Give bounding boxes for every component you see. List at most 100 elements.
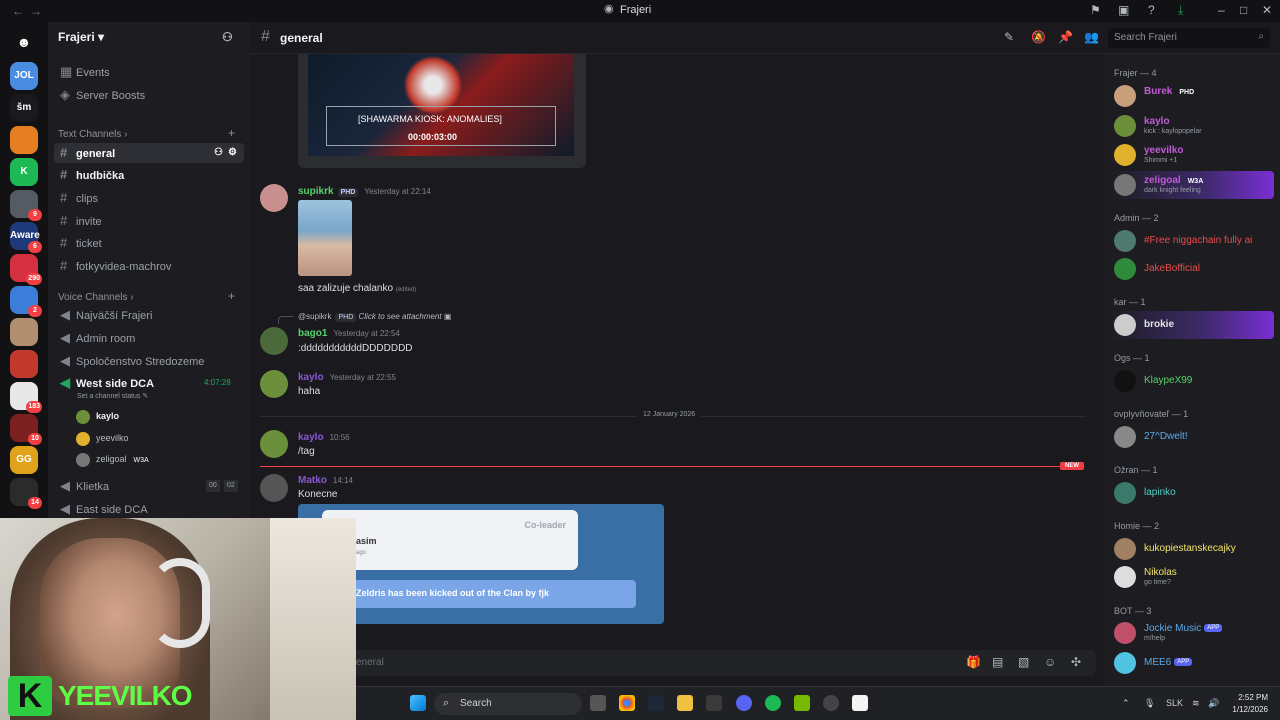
image-attachment[interactable] <box>298 200 352 276</box>
server-icon[interactable]: GG <box>10 446 38 474</box>
volume-icon[interactable]: 🔊 <box>1208 698 1219 709</box>
gift-icon[interactable]: 🎁 <box>966 655 981 669</box>
close-icon[interactable]: ✕ <box>1262 3 1272 17</box>
member-burek[interactable]: Burek PHD <box>1110 82 1274 110</box>
spotify-icon[interactable] <box>765 695 781 711</box>
threads-icon[interactable]: ✎ <box>1004 30 1014 44</box>
voice-channel-spolocenstvo[interactable]: ◀ Spoločenstvo Stredozeme <box>54 351 244 371</box>
video-embed[interactable]: [SHAWARMA KIOSK: ANOMALIES] 00:00:03:00 <box>298 54 586 168</box>
wifi-icon[interactable]: ≋ <box>1192 698 1200 709</box>
server-icon[interactable]: 9 <box>10 190 42 221</box>
sticker-icon[interactable]: ▧ <box>1018 655 1029 669</box>
voice-user-kaylo[interactable]: kaylo <box>76 408 119 424</box>
server-icon[interactable]: Aware 6 <box>10 222 42 253</box>
discord-icon[interactable] <box>736 695 752 711</box>
member-kaylo[interactable]: kaylo kick : kaylopopelar <box>1110 112 1274 140</box>
task-view-icon[interactable] <box>590 695 606 711</box>
voice-channels-category[interactable]: Voice Channels › <box>58 292 134 303</box>
channel-fotkyvidea[interactable]: # fotkyvidea-machrov <box>54 256 244 276</box>
inbox-icon[interactable]: ⚑ <box>1090 3 1101 17</box>
voice-channel-west-side[interactable]: ◀ West side DCA 4:07:28 <box>54 373 244 393</box>
server-boosts-item[interactable]: ◈ Server Boosts <box>54 85 244 105</box>
member-klaypex[interactable]: KlaypeX99 <box>1110 367 1274 395</box>
search-input[interactable]: Search Frajeri ⌕ <box>1108 28 1270 48</box>
reply-preview[interactable]: @supikrk PHD Click to see attachment ▣ <box>298 312 451 322</box>
gif-icon[interactable]: ▤ <box>992 655 1003 669</box>
download-icon[interactable]: ⤓ <box>1178 3 1183 18</box>
server-icon[interactable]: 14 <box>10 478 42 509</box>
voice-channel-admin[interactable]: ◀ Admin room <box>54 328 244 348</box>
notification-bell-icon[interactable]: 🔕 <box>1031 30 1046 44</box>
invite-icon[interactable]: ⚇ <box>214 143 223 163</box>
obs-icon[interactable] <box>823 695 839 711</box>
avatar[interactable] <box>260 430 288 458</box>
server-icon[interactable] <box>10 318 38 346</box>
server-icon[interactable]: šm <box>10 94 38 122</box>
notepad-icon[interactable] <box>852 695 868 711</box>
clock[interactable]: 2:52 PM 1/12/2026 <box>1232 692 1268 716</box>
apps-icon[interactable]: ✣ <box>1071 655 1081 669</box>
language-indicator[interactable]: SLK <box>1166 698 1183 708</box>
voice-user-zeligoal[interactable]: zeligoal W3A <box>76 451 152 470</box>
minimize-icon[interactable]: – <box>1218 3 1225 17</box>
steam-icon[interactable] <box>648 695 664 711</box>
message-composer[interactable]: eneral 🎁 ▤ ▧ ☺ ✣ <box>260 650 1096 676</box>
message-author[interactable]: bago1 Yesterday at 22:54 <box>298 328 400 339</box>
message-author[interactable]: Matko 14:14 <box>298 475 353 486</box>
avatar[interactable] <box>260 184 288 212</box>
microphone-icon[interactable]: 🎙 <box>1144 698 1155 709</box>
text-channels-category[interactable]: Text Channels › <box>58 129 127 140</box>
member-nikolas[interactable]: Nikolas go time? <box>1110 563 1274 591</box>
channel-general[interactable]: # general ⚇ ⚙ <box>54 143 244 163</box>
tray-chevron-icon[interactable]: ⌃ <box>1122 698 1130 709</box>
server-icon[interactable]: JOL <box>10 62 38 90</box>
windows-start-icon[interactable] <box>410 695 426 711</box>
channel-clips[interactable]: # clips <box>54 188 244 208</box>
member-zeligoal[interactable]: zeligoal W3A dark knight feeling <box>1110 171 1274 199</box>
voice-channel-najvacsi[interactable]: ◀ Najväčší Frajeri <box>54 305 244 325</box>
avatar[interactable] <box>260 370 288 398</box>
server-icon[interactable] <box>10 126 38 154</box>
voice-channel-klietka[interactable]: ◀ Klietka 00 02 <box>54 476 244 496</box>
forward-arrow-icon[interactable]: → <box>30 4 42 18</box>
channel-status-prompt[interactable]: Set a channel status ✎ <box>77 392 148 400</box>
add-voice-channel-icon[interactable]: + <box>228 289 235 303</box>
channel-ticket[interactable]: # ticket <box>54 233 244 253</box>
store-icon[interactable] <box>706 695 722 711</box>
server-icon[interactable] <box>10 350 38 378</box>
nvidia-icon[interactable] <box>794 695 810 711</box>
server-icon[interactable]: 2 <box>10 286 42 317</box>
discord-home-icon[interactable]: ☻ <box>10 28 38 56</box>
back-arrow-icon[interactable]: ← <box>12 4 24 18</box>
member-jockie-music[interactable]: Jockie Music APP m!help <box>1110 619 1274 647</box>
member-admin-2[interactable]: JakeBofficial <box>1110 255 1274 283</box>
member-kukopiestanske[interactable]: kukopiestanskecajky <box>1110 535 1274 563</box>
server-icon[interactable]: 183 <box>10 382 42 413</box>
member-yeevilko[interactable]: yeevilko Shimmi +1 <box>1110 141 1274 169</box>
member-mee6[interactable]: MEE6 APP <box>1110 649 1274 677</box>
server-icon[interactable]: 10 <box>10 414 42 445</box>
avatar[interactable] <box>260 474 288 502</box>
help-icon[interactable]: ? <box>1148 3 1155 17</box>
member-brokie[interactable]: brokie <box>1110 311 1274 339</box>
avatar[interactable] <box>260 327 288 355</box>
maximize-icon[interactable]: □ <box>1240 3 1247 17</box>
message-author[interactable]: supikrk PHD Yesterday at 22:14 <box>298 186 431 197</box>
channel-hudbicka[interactable]: # hudbička <box>54 165 244 185</box>
add-channel-icon[interactable]: + <box>228 126 235 140</box>
message-author[interactable]: kaylo 10:56 <box>298 432 350 443</box>
emoji-icon[interactable]: ☺ <box>1044 655 1056 669</box>
guild-header[interactable]: Frajeri ▾ ⚇ <box>48 22 250 54</box>
add-member-icon[interactable]: ⚇ <box>222 30 233 44</box>
voice-channel-east-side[interactable]: ◀ East side DCA <box>54 499 244 519</box>
pin-icon[interactable]: 📌 <box>1058 30 1073 44</box>
monitor-icon[interactable]: ▣ <box>1118 3 1129 17</box>
member-lapinko[interactable]: lapinko <box>1110 479 1274 507</box>
message-author[interactable]: kaylo Yesterday at 22:55 <box>298 372 396 383</box>
member-dwelt[interactable]: 27^Dwelt! <box>1110 423 1274 451</box>
settings-gear-icon[interactable]: ⚙ <box>228 143 237 163</box>
server-icon[interactable]: K <box>10 158 38 186</box>
events-item[interactable]: ▦ Events <box>54 62 244 82</box>
voice-user-yeevilko[interactable]: yeevilko <box>76 430 129 446</box>
channel-invite[interactable]: # invite <box>54 211 244 231</box>
